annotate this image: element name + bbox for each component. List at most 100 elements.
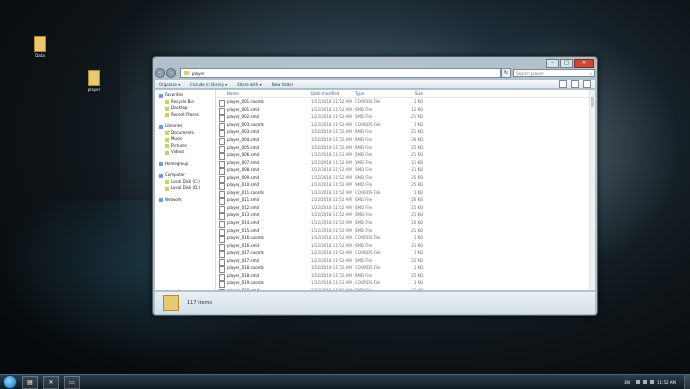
drive-icon xyxy=(165,186,169,191)
file-name: player_005.smd xyxy=(217,145,311,153)
file-name: player_004.smd xyxy=(217,137,311,145)
file-row[interactable]: player_002.smd 1/22/2018 11:52 AM SMD File… xyxy=(217,113,589,123)
preview-pane-icon[interactable] xyxy=(571,80,579,88)
file-date-text: 1/22/2018 11:52 AM xyxy=(311,182,352,188)
file-date: 1/22/2018 11:52 AM xyxy=(311,129,355,134)
desktop-icon-data[interactable]: Data xyxy=(30,36,50,58)
file-row[interactable]: player_018.coords 1/22/2018 11:52 AM COORD… xyxy=(217,264,589,274)
file-name-text: player_016.smd xyxy=(227,242,259,248)
vertical-scrollbar[interactable] xyxy=(589,90,595,290)
back-button[interactable]: ‹ xyxy=(155,68,165,78)
file-row[interactable]: player_004.smd 1/22/2018 11:52 AM SMD File… xyxy=(217,136,589,145)
library-icon xyxy=(159,124,163,129)
file-date-text: 1/22/2018 11:52 AM xyxy=(311,189,352,195)
new-folder-button[interactable]: New folder xyxy=(272,82,294,87)
include-in-library-button[interactable]: Include in library ▾ xyxy=(190,82,227,87)
taskbar-app-button[interactable]: ▭ xyxy=(64,375,80,389)
network-icon[interactable] xyxy=(643,380,647,384)
desktop-icon xyxy=(165,106,169,111)
file-row[interactable]: player_001.smd 1/22/2018 11:52 AM SMD File… xyxy=(217,106,589,115)
close-button[interactable]: ✕ xyxy=(574,59,594,68)
file-date-text: 1/22/2018 11:52 AM xyxy=(311,197,352,203)
file-size: 25 KB xyxy=(395,182,425,187)
breadcrumb[interactable]: player xyxy=(192,71,205,76)
refresh-button[interactable]: ↻ xyxy=(501,68,511,78)
nav-label: Local Disk (D:) xyxy=(171,185,201,190)
file-type-text: SMD File xyxy=(355,144,373,150)
file-row[interactable]: player_011.coords 1/22/2018 11:52 AM COORD… xyxy=(217,189,589,198)
minimize-button[interactable]: – xyxy=(546,59,559,68)
file-row[interactable]: player_012.smd 1/22/2018 11:52 AM SMD File… xyxy=(217,204,589,213)
nav-recent-places[interactable]: Recent Places xyxy=(155,112,215,119)
file-row[interactable]: player_019.smd 1/22/2018 11:52 AMSMD File… xyxy=(217,287,589,290)
nav-videos[interactable]: Videos xyxy=(155,149,215,156)
file-row[interactable]: player_017.coords 1/22/2018 11:52 AM COORD… xyxy=(217,249,589,259)
file-row[interactable]: player_015.smd 1/22/2018 11:52 AM SMD File… xyxy=(217,226,589,236)
column-header-type[interactable]: Type xyxy=(355,91,395,96)
file-date-text: 1/22/2018 11:52 AM xyxy=(311,280,352,286)
taskbar-tools-button[interactable]: ✕ xyxy=(43,375,59,389)
file-type-text: SMD File xyxy=(355,212,373,218)
maximize-button[interactable]: □ xyxy=(560,59,573,68)
file-type-text: SMD File xyxy=(355,220,373,226)
nav-local-disk-d[interactable]: Local Disk (D:) xyxy=(155,185,215,192)
file-size: 21 KB xyxy=(395,228,425,233)
forward-button[interactable]: › xyxy=(166,68,176,78)
view-controls xyxy=(559,80,595,88)
file-name-text: player_011.coords xyxy=(227,189,264,195)
share-with-button[interactable]: Share with ▾ xyxy=(237,82,262,87)
file-row[interactable]: player_019.coords 1/22/2018 11:52 AM COORD… xyxy=(217,279,589,289)
file-row[interactable]: player_007.smd 1/22/2018 11:52 AM SMD File… xyxy=(217,158,589,168)
volume-icon[interactable] xyxy=(650,380,654,384)
file-row[interactable]: player_001.coords 1/22/2018 11:52 AM COORD… xyxy=(217,98,589,108)
file-date-text: 1/22/2018 11:52 AM xyxy=(311,235,352,241)
nav-label: Homegroup xyxy=(165,160,189,166)
organize-button[interactable]: Organize ▾ xyxy=(159,82,180,87)
show-desktop-button[interactable] xyxy=(684,375,690,389)
nav-label: Libraries xyxy=(165,123,183,128)
file-size: 25 KB xyxy=(395,145,425,150)
scrollbar-thumb[interactable] xyxy=(591,97,594,107)
file-type: COORDS File xyxy=(355,99,395,104)
view-options-icon[interactable] xyxy=(559,80,567,88)
nav-network[interactable]: Network xyxy=(155,197,215,204)
file-row[interactable]: player_016.smd 1/22/2018 11:52 AM SMD File… xyxy=(217,241,589,251)
search-input[interactable]: Search player ⌕ xyxy=(513,69,595,77)
file-row[interactable]: player_003.smd 1/22/2018 11:52 AM SMD File… xyxy=(217,128,589,138)
file-row[interactable]: player_003.coords 1/22/2018 11:52 AM COORD… xyxy=(217,121,589,130)
column-header-name[interactable]: Name xyxy=(217,91,311,96)
file-size: 1 KB xyxy=(395,99,425,104)
file-name: player_014.smd xyxy=(217,220,311,229)
nav-homegroup[interactable]: Homegroup xyxy=(155,161,215,168)
file-name-text: player_013.smd xyxy=(227,212,259,218)
file-row[interactable]: player_010.smd 1/22/2018 11:52 AM SMD File… xyxy=(217,181,589,191)
address-bar[interactable]: player xyxy=(180,68,501,78)
file-row[interactable]: player_014.smd 1/22/2018 11:52 AM SMD File… xyxy=(217,219,589,229)
file-date-text: 1/22/2018 11:52 AM xyxy=(311,167,352,173)
file-size-text: 21 KB xyxy=(411,114,423,120)
navigation-pane: Favorites Recycle Bin Desktop Recent Pla… xyxy=(155,90,216,290)
file-row[interactable]: player_013.smd 1/22/2018 11:52 AM SMD File… xyxy=(217,211,589,221)
column-header-size[interactable]: Size xyxy=(395,91,425,96)
file-row[interactable]: player_008.smd 1/22/2018 11:52 AM SMD File… xyxy=(217,166,589,176)
desktop-icon-player[interactable]: player xyxy=(84,70,104,92)
file-name-text: player_011.smd xyxy=(227,197,259,203)
pictures-icon xyxy=(165,144,169,148)
file-row[interactable]: player_011.smd 1/22/2018 11:52 AM SMD File… xyxy=(217,196,589,206)
file-row[interactable]: player_017.smd 1/22/2018 11:52 AM SMD File… xyxy=(217,256,589,266)
file-row[interactable]: player_016.coords 1/22/2018 11:52 AM COORD… xyxy=(217,234,589,244)
file-name: player_016.smd xyxy=(217,242,311,251)
column-header-date[interactable]: Date modified xyxy=(311,91,355,96)
file-row[interactable]: player_005.smd 1/22/2018 11:52 AM SMD File… xyxy=(217,143,589,153)
nav-label: Videos xyxy=(171,149,185,154)
file-row[interactable]: player_018.smd 1/22/2018 11:52 AM SMD File… xyxy=(217,272,589,281)
help-icon[interactable] xyxy=(583,80,591,88)
clock[interactable]: 11:52 AM xyxy=(657,380,676,385)
flag-icon[interactable] xyxy=(636,380,640,384)
start-button[interactable] xyxy=(3,375,17,389)
file-row[interactable]: player_006.smd 1/22/2018 11:52 AM SMD File… xyxy=(217,151,589,161)
file-date-text: 1/22/2018 11:52 AM xyxy=(311,212,352,218)
file-row[interactable]: player_009.smd 1/22/2018 11:52 AM SMD File… xyxy=(217,173,589,183)
language-indicator[interactable]: EN xyxy=(624,380,630,385)
taskbar-explorer-button[interactable]: ▤ xyxy=(22,375,38,389)
